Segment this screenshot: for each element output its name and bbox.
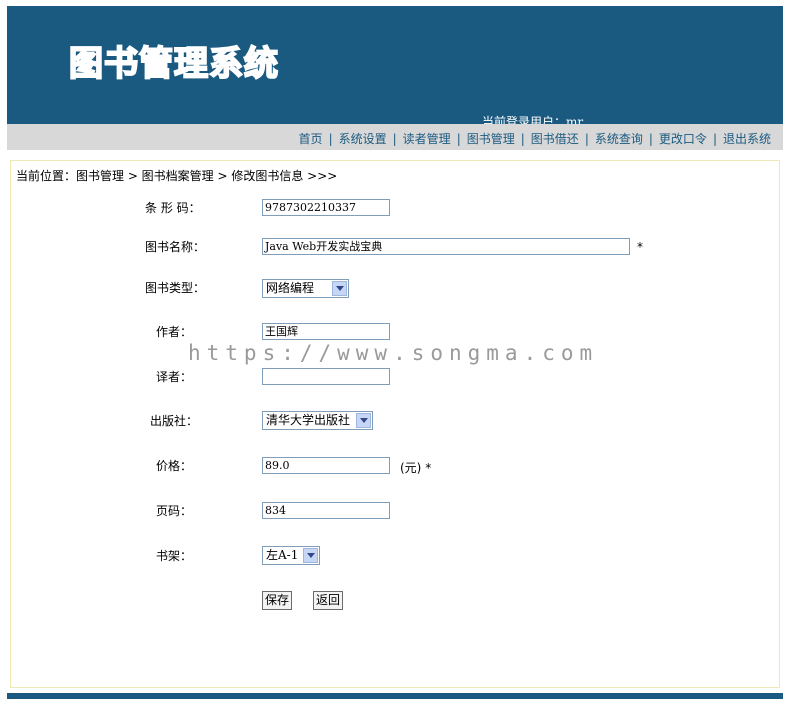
- price-required-mark: *: [425, 461, 432, 475]
- translator-input[interactable]: [262, 368, 390, 385]
- nav-system-query[interactable]: 系统查询: [595, 132, 643, 146]
- nav-change-password[interactable]: 更改口令: [659, 132, 707, 146]
- type-select[interactable]: 网络编程: [262, 279, 349, 298]
- back-button[interactable]: 返回: [313, 591, 344, 610]
- barcode-label: 条 形 码：: [145, 201, 201, 215]
- nav-separator: |: [584, 132, 589, 146]
- price-label: 价格：: [156, 459, 193, 473]
- title-label: 图书名称：: [145, 240, 206, 254]
- nav-separator: |: [520, 132, 525, 146]
- nav-separator: |: [712, 132, 717, 146]
- header-banner: 图书管理系统 当前登录用户：mr: [7, 6, 783, 129]
- type-label: 图书类型：: [145, 281, 206, 295]
- author-label: 作者：: [156, 325, 193, 339]
- title-required-mark: *: [637, 240, 643, 254]
- nav-system-settings[interactable]: 系统设置: [339, 132, 387, 146]
- save-button[interactable]: 保存: [262, 591, 293, 610]
- price-unit: (元) *: [400, 459, 431, 476]
- nav-separator: |: [456, 132, 461, 146]
- pages-input[interactable]: 834: [262, 502, 390, 519]
- author-input[interactable]: 王国辉: [262, 323, 390, 340]
- footer-bar: [7, 693, 783, 699]
- publisher-select[interactable]: 清华大学出版社: [262, 411, 373, 430]
- breadcrumb: 当前位置：图书管理 > 图书档案管理 > 修改图书信息 >>>: [16, 169, 338, 183]
- nav-home[interactable]: 首页: [299, 132, 323, 146]
- nav-separator: |: [648, 132, 653, 146]
- publisher-label: 出版社：: [150, 414, 199, 428]
- title-input[interactable]: Java Web开发实战宝典: [262, 238, 630, 255]
- price-input[interactable]: 89.0: [262, 457, 390, 474]
- translator-label: 译者：: [156, 370, 193, 384]
- pages-label: 页码：: [156, 504, 193, 518]
- shelf-select-value: 左A-1: [266, 548, 299, 562]
- barcode-input[interactable]: 9787302210337: [262, 199, 390, 216]
- nav-reader-management[interactable]: 读者管理: [403, 132, 451, 146]
- nav-separator: |: [392, 132, 397, 146]
- nav-logout[interactable]: 退出系统: [723, 132, 771, 146]
- chevron-down-icon[interactable]: [356, 413, 371, 428]
- price-unit-text: (元): [400, 461, 422, 475]
- main-content: 当前位置：图书管理 > 图书档案管理 > 修改图书信息 >>> 条 形 码： 9…: [10, 160, 780, 688]
- chevron-down-icon[interactable]: [303, 548, 318, 563]
- chevron-down-icon[interactable]: [332, 281, 347, 296]
- app-logo: 图书管理系统: [68, 43, 279, 85]
- nav-menu: 首页 | 系统设置 | 读者管理 | 图书管理 | 图书借还 | 系统查询 | 更改口令 | 退出系统: [299, 130, 771, 147]
- type-select-value: 网络编程: [266, 281, 315, 295]
- nav-book-borrow-return[interactable]: 图书借还: [531, 132, 579, 146]
- nav-separator: |: [328, 132, 333, 146]
- publisher-select-value: 清华大学出版社: [266, 413, 351, 427]
- nav-book-management[interactable]: 图书管理: [467, 132, 515, 146]
- shelf-select[interactable]: 左A-1: [262, 546, 320, 565]
- shelf-label: 书架：: [156, 549, 193, 563]
- watermark-text: https://www.songma.com: [188, 341, 599, 365]
- nav-bar: 首页 | 系统设置 | 读者管理 | 图书管理 | 图书借还 | 系统查询 | 更改口令 | 退出系统: [7, 124, 783, 150]
